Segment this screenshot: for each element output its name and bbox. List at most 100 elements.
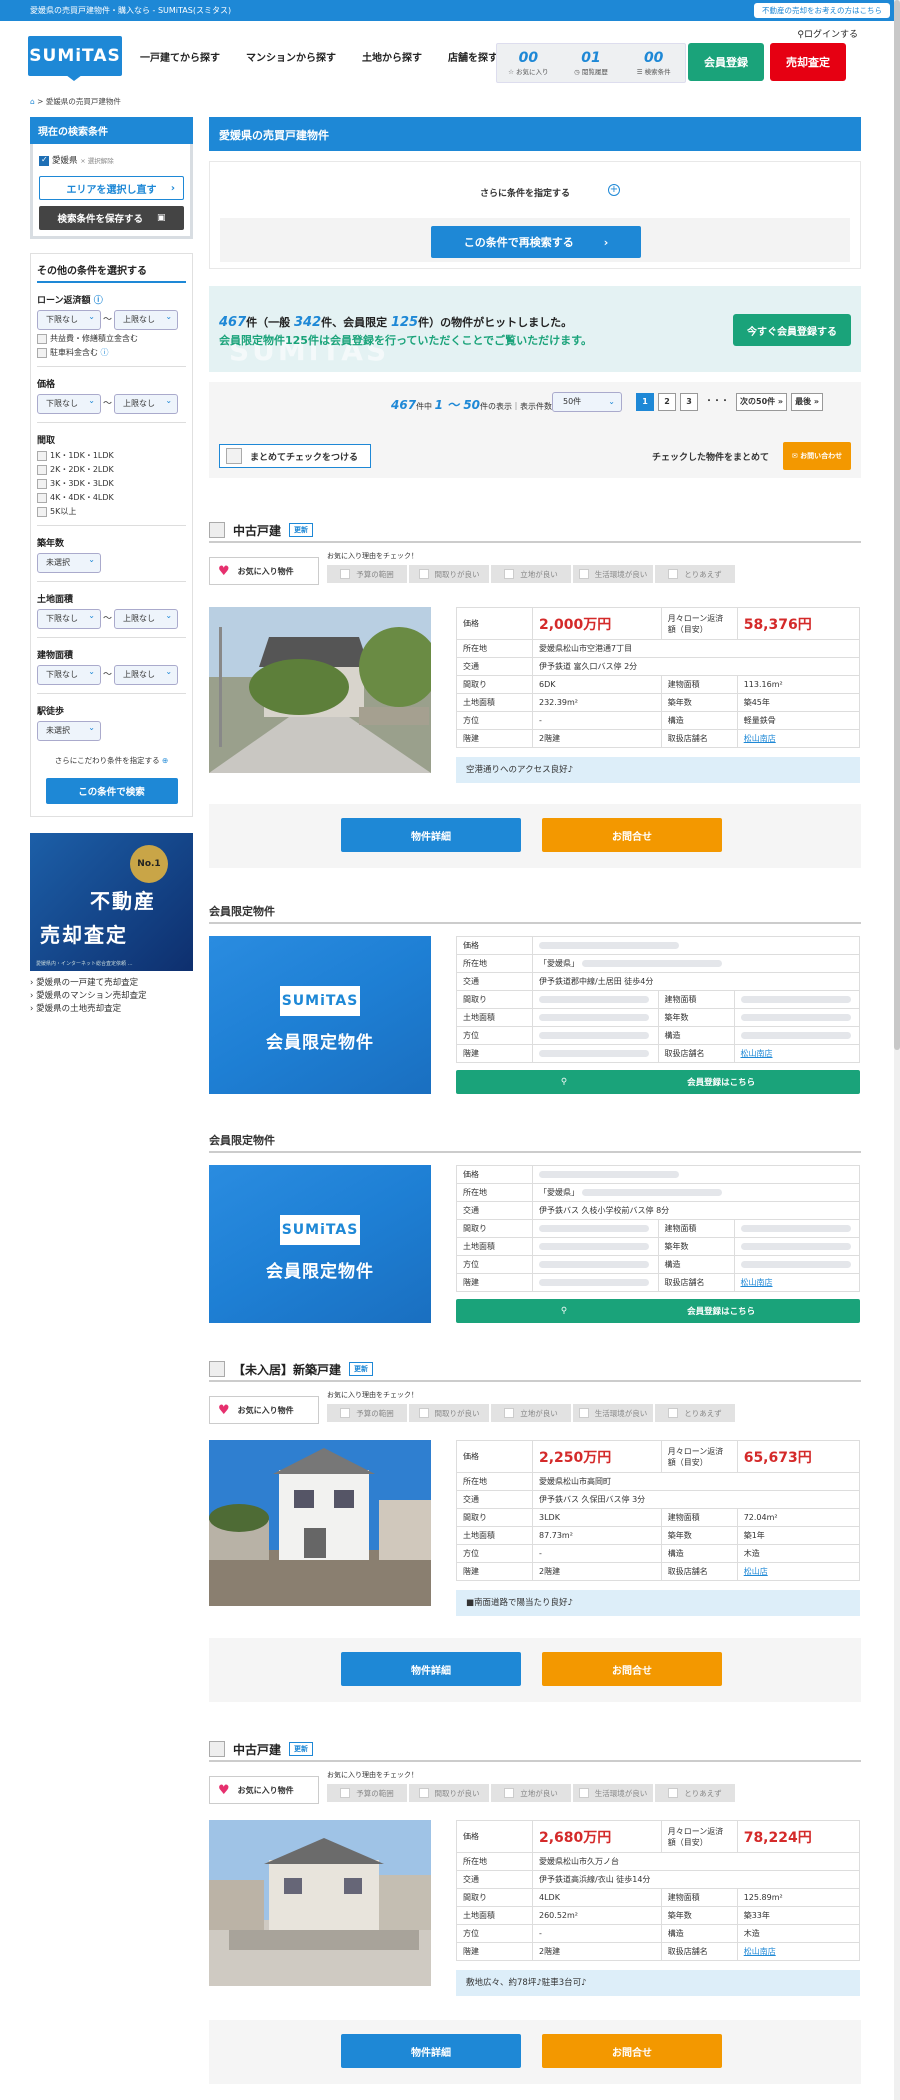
- madori-checkbox[interactable]: [37, 464, 47, 475]
- save-condition-button[interactable]: 検索条件を保存する ▣: [39, 206, 184, 230]
- reason-layout[interactable]: 間取りが良い: [409, 1404, 489, 1422]
- main: 愛媛県の売買戸建物件 さらに条件を指定する + この条件で再検索する › SUMi…: [209, 117, 861, 478]
- page-1[interactable]: 1: [636, 393, 654, 411]
- scrollbar-thumb[interactable]: [894, 0, 900, 1050]
- shop-link[interactable]: 松山南店: [744, 1947, 776, 1956]
- madori-checkbox[interactable]: [37, 478, 47, 489]
- land-upper-select[interactable]: 上限なし: [114, 607, 179, 629]
- madori-checkbox[interactable]: [37, 506, 47, 517]
- reason-budget[interactable]: 予算の範囲: [327, 565, 407, 583]
- scrollbar[interactable]: [894, 0, 900, 2100]
- shop-link[interactable]: 松山南店: [741, 1278, 773, 1287]
- inquiry-button[interactable]: お問合せ: [542, 2034, 722, 2068]
- info-icon[interactable]: ⓘ: [101, 348, 109, 357]
- common-fee-checkbox[interactable]: [37, 333, 47, 344]
- chevron-right-icon: ›: [603, 235, 609, 249]
- reason-environment[interactable]: 生活環境が良い: [573, 1784, 653, 1802]
- reselect-area-button[interactable]: エリアを選択し直す ›: [39, 176, 184, 200]
- more-conditions-link[interactable]: さらにこだわり条件を指定する ⊕: [37, 755, 186, 766]
- favorite-button[interactable]: ♥ お気に入り物件: [209, 1396, 319, 1424]
- reason-location[interactable]: 立地が良い: [491, 565, 571, 583]
- property-checkbox[interactable]: [209, 1741, 225, 1757]
- home-icon[interactable]: ⌂: [30, 97, 35, 106]
- favorite-button[interactable]: ♥ お気に入り物件: [209, 1776, 319, 1804]
- madori-checkbox[interactable]: [37, 450, 47, 461]
- parking-checkbox[interactable]: [37, 347, 47, 358]
- land-lower-select[interactable]: 下限なし: [37, 607, 101, 629]
- update-badge: 更新: [349, 1362, 374, 1376]
- favorites-counter[interactable]: 00 ☆ お気に入り: [497, 44, 560, 82]
- reason-location[interactable]: 立地が良い: [491, 1784, 571, 1802]
- reason-environment[interactable]: 生活環境が良い: [573, 565, 653, 583]
- logo[interactable]: SUMiTAS: [28, 36, 122, 81]
- loan-lower-select[interactable]: 下限なし: [37, 308, 101, 330]
- shop-link[interactable]: 松山南店: [741, 1049, 773, 1058]
- nav-shop[interactable]: 店舗を探す: [448, 49, 498, 64]
- reason-layout[interactable]: 間取りが良い: [409, 1784, 489, 1802]
- register-button[interactable]: ⚲ 会員登録はこちら: [456, 1070, 860, 1094]
- sell-guide-link[interactable]: 不動産の売却をお考えの方はこちら: [754, 3, 890, 18]
- nav-mansion[interactable]: マンションから探す: [246, 49, 336, 64]
- property-photo[interactable]: [209, 1440, 431, 1606]
- research-button[interactable]: この条件で再検索する ›: [431, 226, 641, 258]
- sell-banner[interactable]: No.1 不動産 売却査定 愛媛県内・インターネット総合査定依頼 …: [30, 833, 193, 971]
- link-house-sell[interactable]: › 愛媛県の一戸建て売却査定: [30, 977, 193, 990]
- check-all-button[interactable]: まとめてチェックをつける: [219, 444, 371, 468]
- reason-layout[interactable]: 間取りが良い: [409, 565, 489, 583]
- reason-anyway[interactable]: とりあえず: [655, 1404, 735, 1422]
- reason-budget[interactable]: 予算の範囲: [327, 1784, 407, 1802]
- reason-anyway[interactable]: とりあえず: [655, 1784, 735, 1802]
- property-checkbox[interactable]: [209, 522, 225, 538]
- madori-checkbox[interactable]: [37, 492, 47, 503]
- shop-link[interactable]: 松山店: [744, 1567, 768, 1576]
- price-lower-select[interactable]: 下限なし: [37, 392, 101, 414]
- price-upper-select[interactable]: 上限なし: [114, 392, 179, 414]
- inquiry-button[interactable]: お問合せ: [542, 1652, 722, 1686]
- detail-button[interactable]: 物件詳細: [341, 2034, 521, 2068]
- bldg-upper-select[interactable]: 上限なし: [114, 663, 179, 685]
- login-link[interactable]: ⚲ログインする: [797, 27, 858, 40]
- saved-search-counter[interactable]: 00 ☰ 検索条件: [622, 44, 685, 82]
- inquiry-button[interactable]: お問合せ: [542, 818, 722, 852]
- nav-land[interactable]: 土地から探す: [362, 49, 422, 64]
- remove-condition-link[interactable]: × 選択解除: [80, 157, 114, 165]
- shop-link[interactable]: 松山南店: [744, 734, 776, 743]
- plus-icon[interactable]: +: [608, 184, 620, 196]
- page-3[interactable]: 3: [680, 393, 698, 411]
- link-mansion-sell[interactable]: › 愛媛県のマンション売却査定: [30, 990, 193, 1003]
- next-page[interactable]: 次の50件 »: [736, 393, 788, 411]
- detail-button[interactable]: 物件詳細: [341, 818, 521, 852]
- sell-assessment-button[interactable]: 売却査定: [770, 43, 846, 81]
- last-page[interactable]: 最後 »: [791, 393, 824, 411]
- age-select[interactable]: 未選択: [37, 551, 101, 573]
- info-icon[interactable]: ⓘ: [94, 296, 103, 306]
- pref-checkbox[interactable]: [39, 155, 49, 166]
- more-condition-link[interactable]: さらに条件を指定する: [480, 186, 570, 199]
- favorite-button[interactable]: ♥ お気に入り物件: [209, 557, 319, 585]
- member-only-image[interactable]: SUMiTAS 会員限定物件: [209, 936, 431, 1094]
- search-button[interactable]: この条件で検索: [45, 778, 178, 804]
- property-photo[interactable]: [209, 1820, 431, 1986]
- reason-environment[interactable]: 生活環境が良い: [573, 1404, 653, 1422]
- bldg-lower-select[interactable]: 下限なし: [37, 663, 101, 685]
- per-page-select[interactable]: 50件 ⌄: [552, 392, 622, 412]
- nav-house[interactable]: 一戸建てから探す: [140, 49, 220, 64]
- register-button[interactable]: ⚲ 会員登録はこちら: [456, 1299, 860, 1323]
- reason-location[interactable]: 立地が良い: [491, 1404, 571, 1422]
- reason-budget[interactable]: 予算の範囲: [327, 1404, 407, 1422]
- property-type: 【未入居】新築戸建: [233, 1362, 342, 1377]
- member-register-button[interactable]: 会員登録: [688, 43, 764, 81]
- history-counter[interactable]: 01 ◷ 閲覧履歴: [560, 44, 623, 82]
- detail-button[interactable]: 物件詳細: [341, 1652, 521, 1686]
- bulk-inquiry-button[interactable]: ✉ お問い合わせ: [783, 442, 851, 470]
- link-land-sell[interactable]: › 愛媛県の土地売却査定: [30, 1003, 193, 1016]
- property-card: 【未入居】新築戸建 更新 ♥ お気に入り物件 お気に入り理由をチェック！ 予算の範囲…: [209, 1358, 861, 1702]
- page-2[interactable]: 2: [658, 393, 676, 411]
- property-checkbox[interactable]: [209, 1361, 225, 1377]
- walk-select[interactable]: 未選択: [37, 719, 101, 741]
- join-now-button[interactable]: 今すぐ会員登録する: [733, 314, 851, 346]
- reason-anyway[interactable]: とりあえず: [655, 565, 735, 583]
- property-photo[interactable]: [209, 607, 431, 773]
- loan-upper-select[interactable]: 上限なし: [114, 308, 179, 330]
- member-only-image[interactable]: SUMiTAS 会員限定物件: [209, 1165, 431, 1323]
